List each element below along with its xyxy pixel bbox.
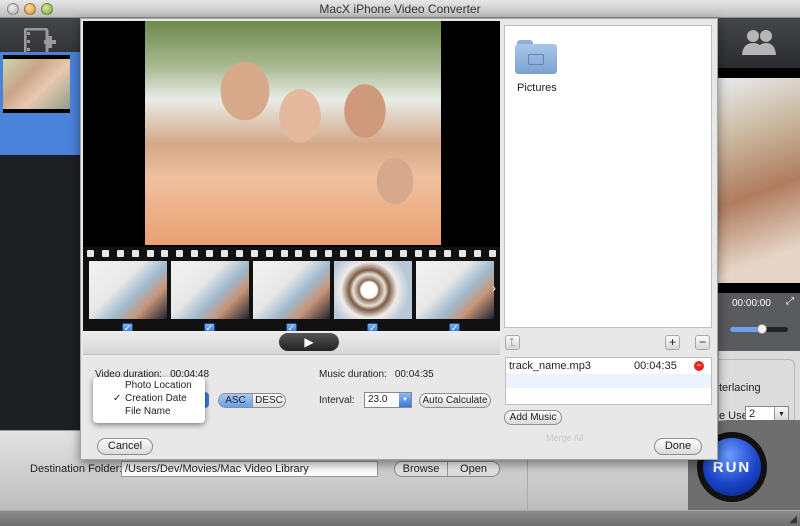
sprocket-hole: [220, 250, 228, 257]
sprocket-hole: [176, 250, 184, 257]
add-button[interactable]: +: [665, 335, 680, 350]
sprocket-hole: [131, 250, 139, 257]
folder-label[interactable]: Pictures: [517, 82, 557, 94]
sprocket-hole: [354, 250, 362, 257]
track-duration: 00:04:35: [634, 360, 677, 372]
sort-dropdown-menu: Photo Location ✓ Creation Date File Name: [93, 377, 205, 423]
destination-folder-input[interactable]: /Users/Dev/Movies/Mac Video Library: [121, 461, 378, 477]
window-title: MacX iPhone Video Converter: [319, 2, 481, 16]
filmstrip-frames: ✓ ✓ ✓ ✓ ✓: [89, 261, 494, 334]
auto-calculate-button[interactable]: Auto Calculate: [419, 393, 491, 408]
sprocket-hole: [369, 250, 377, 257]
zoom-window-button[interactable]: [41, 3, 53, 15]
music-list: track_name.mp3 00:04:35 −: [505, 357, 712, 405]
sprocket-hole: [206, 250, 214, 257]
track-name: track_name.mp3: [509, 360, 591, 372]
sprocket-hole: [488, 250, 496, 257]
video-list-item[interactable]: [0, 52, 80, 155]
sprocket-hole: [280, 250, 288, 257]
sprocket-hole: [444, 250, 452, 257]
title-bar: MacX iPhone Video Converter: [0, 0, 800, 18]
slideshow-dialog: ✓ ✓ ✓ ✓ ✓ › ▶ Video duration: 00:04:48 Music …: [80, 18, 718, 460]
remove-button[interactable]: −: [695, 335, 710, 350]
sort-order-toggle: ASC DESC: [218, 393, 286, 408]
photo-browser: Pictures: [504, 25, 712, 328]
filmstrip-frame[interactable]: ✓: [334, 261, 413, 334]
sprocket-hole: [191, 250, 199, 257]
sprocket-hole: [116, 250, 124, 257]
video-thumbnail: [3, 55, 70, 113]
settings-panel: terlacing e Use: 2 ▼: [718, 351, 800, 430]
remove-track-icon[interactable]: −: [694, 361, 704, 371]
status-bar: ◢: [0, 510, 800, 526]
sprocket-hole: [161, 250, 169, 257]
browse-open-group: Browse Open: [394, 461, 500, 477]
sprocket-hole: [340, 250, 348, 257]
sprocket-hole: [459, 250, 467, 257]
fullscreen-icon[interactable]: ⤢: [786, 296, 794, 307]
browse-button[interactable]: Browse: [395, 462, 447, 476]
sprocket-hole: [101, 250, 109, 257]
add-music-button[interactable]: Add Music: [504, 410, 562, 425]
sprocket-hole: [414, 250, 422, 257]
sprocket-hole: [310, 250, 318, 257]
resize-grip-icon[interactable]: ◢: [789, 514, 797, 525]
sprocket-hole: [325, 250, 333, 257]
chevron-down-icon: ▼: [399, 393, 411, 407]
filmstrip-frame[interactable]: ✓: [252, 261, 331, 334]
sort-menu-item[interactable]: ✓ Creation Date: [93, 392, 205, 405]
empty-row: [506, 374, 711, 388]
deinterlacing-checkbox-label[interactable]: terlacing: [719, 382, 761, 394]
sprocket-hole: [146, 250, 154, 257]
interval-select[interactable]: 23.0 ▼: [364, 392, 412, 408]
sort-select[interactable]: [205, 392, 209, 408]
sprocket-hole: [265, 250, 273, 257]
desc-button[interactable]: DESC: [252, 394, 285, 407]
destination-folder-label: Destination Folder:: [30, 463, 123, 475]
chevron-right-icon[interactable]: ›: [492, 281, 496, 295]
film-sprockets: [83, 250, 500, 258]
pictures-folder-icon[interactable]: [515, 40, 557, 74]
done-button[interactable]: Done: [654, 438, 702, 455]
sort-menu-item[interactable]: Photo Location: [93, 379, 205, 392]
asc-button[interactable]: ASC: [219, 394, 252, 407]
play-bar: ▶: [83, 331, 500, 355]
sprocket-hole: [295, 250, 303, 257]
volume-knob[interactable]: [756, 324, 767, 334]
merge-all-label: Merge All: [546, 433, 584, 443]
music-list-item[interactable]: track_name.mp3 00:04:35 −: [506, 358, 711, 374]
filmstrip-frame[interactable]: ✓: [416, 261, 494, 334]
sprocket-hole: [429, 250, 437, 257]
open-button[interactable]: Open: [447, 462, 499, 476]
up-folder-button[interactable]: ⮤: [505, 335, 520, 350]
filmstrip: ✓ ✓ ✓ ✓ ✓ ›: [83, 247, 500, 334]
music-duration: Music duration: 00:04:35: [319, 369, 434, 380]
sprocket-hole: [399, 250, 407, 257]
filmstrip-frame[interactable]: ✓: [89, 261, 167, 334]
cancel-button[interactable]: Cancel: [97, 438, 153, 455]
music-duration-value: 00:04:35: [394, 369, 434, 380]
checkmark-icon: ✓: [113, 393, 122, 404]
slideshow-preview: [83, 21, 500, 247]
filmstrip-frame[interactable]: ✓: [170, 261, 249, 334]
sprocket-hole: [474, 250, 482, 257]
play-button[interactable]: ▶: [279, 333, 339, 351]
sprocket-hole: [235, 250, 243, 257]
sprocket-hole: [250, 250, 258, 257]
sprocket-hole: [86, 250, 94, 257]
close-window-button[interactable]: [7, 3, 19, 15]
preview-photo: [145, 21, 441, 245]
playback-time: 00:00:00: [732, 298, 771, 309]
sort-menu-item[interactable]: File Name: [93, 405, 205, 418]
interval-label: Interval:: [319, 395, 355, 406]
minimize-window-button[interactable]: [24, 3, 36, 15]
settings-group: terlacing e Use: 2 ▼: [719, 359, 795, 423]
player-controls: 00:00:00 ⤢: [718, 293, 800, 351]
volume-slider[interactable]: [730, 324, 788, 334]
people-icon[interactable]: [742, 29, 776, 58]
video-preview: [718, 68, 800, 293]
sprocket-hole: [384, 250, 392, 257]
